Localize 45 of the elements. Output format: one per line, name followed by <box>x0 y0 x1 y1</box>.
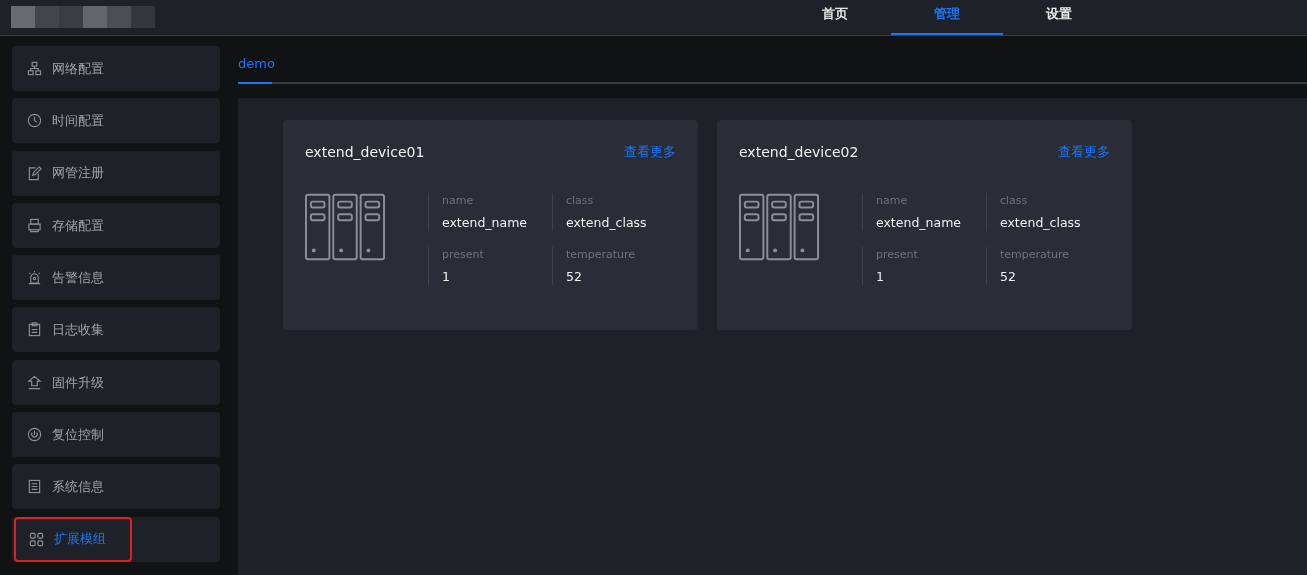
clipboard-icon <box>27 322 42 338</box>
field-value: extend_class <box>566 213 648 232</box>
view-more-link[interactable]: 查看更多 <box>1058 142 1110 162</box>
nav-tab[interactable]: 首页 <box>779 0 891 35</box>
field-label: name <box>876 193 909 209</box>
field-value: extend_name <box>876 213 963 232</box>
sidebar-item[interactable]: 存储配置 <box>12 202 220 248</box>
field-label: name <box>442 193 475 209</box>
sidebar-item[interactable]: 固件升级 <box>12 359 220 405</box>
view-more-link[interactable]: 查看更多 <box>624 142 676 162</box>
field-label: temperature <box>566 247 637 263</box>
sidebar-item[interactable]: 告警信息 <box>12 255 220 301</box>
field-value: extend_name <box>442 213 529 232</box>
sidebar-item[interactable]: 扩展模组 <box>14 516 132 562</box>
sidebar-item[interactable]: 复位控制 <box>12 412 220 458</box>
field-value: extend_class <box>1000 213 1082 232</box>
upload-icon <box>27 374 42 390</box>
field-label: class <box>1000 193 1029 209</box>
sidebar-item[interactable]: 时间配置 <box>12 98 220 144</box>
nav-tab[interactable]: 设置 <box>1003 0 1115 35</box>
sidebar-item[interactable]: 日志收集 <box>12 307 220 353</box>
edit-icon <box>27 165 42 181</box>
printer-icon <box>27 217 42 233</box>
field-value: 52 <box>566 267 583 286</box>
field-value: 1 <box>442 267 451 286</box>
clock-icon <box>27 113 42 129</box>
field-value: 52 <box>1000 267 1017 286</box>
server-rack-icon <box>739 193 820 261</box>
sidebar-item[interactable]: 系统信息 <box>12 464 220 510</box>
field-value: 1 <box>876 267 885 286</box>
field-label: class <box>566 193 595 209</box>
device-title: extend_device01 <box>305 143 425 162</box>
nav-tab[interactable]: 管理 <box>891 0 1003 35</box>
field-label: present <box>442 247 485 263</box>
power-icon <box>27 427 42 443</box>
server-rack-icon <box>305 193 386 261</box>
sidebar-item[interactable]: 网络配置 <box>12 46 220 91</box>
grid-icon <box>29 531 44 547</box>
document-icon <box>27 479 42 495</box>
alarm-icon <box>27 270 42 286</box>
field-label: present <box>876 247 919 263</box>
sidebar-item[interactable]: 网管注册 <box>12 150 220 196</box>
field-label: temperature <box>1000 247 1071 263</box>
device-title: extend_device02 <box>739 143 859 162</box>
network-icon <box>27 61 42 76</box>
